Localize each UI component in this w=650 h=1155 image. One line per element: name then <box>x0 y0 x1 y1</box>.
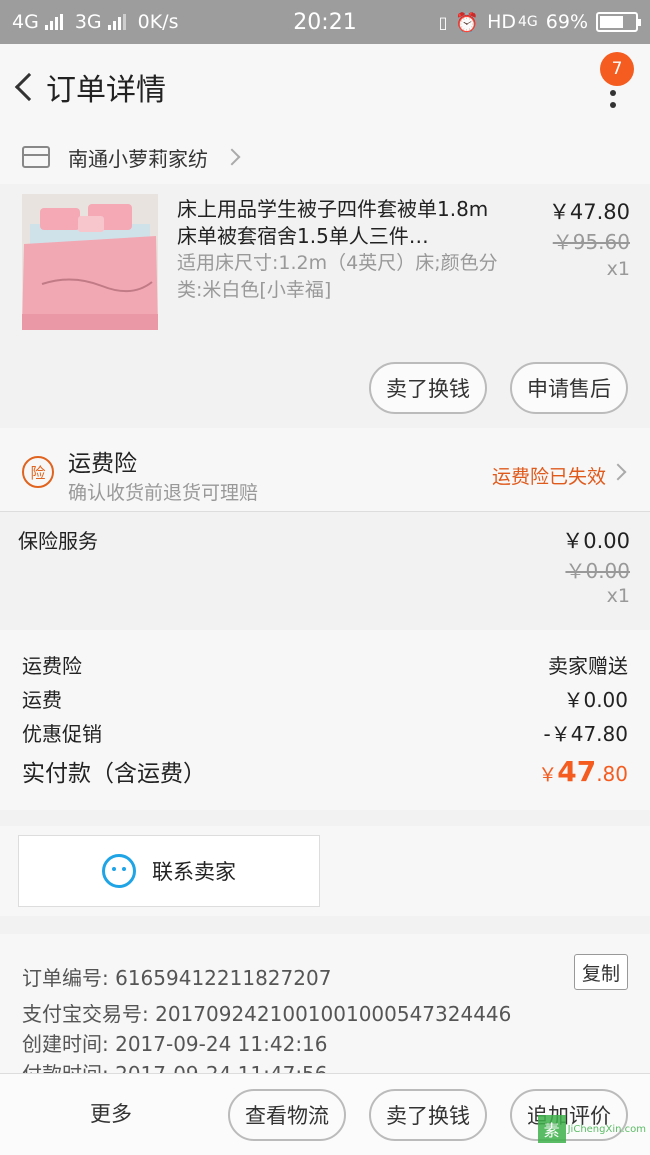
sell-for-cash-bottom-button[interactable]: 卖了换钱 <box>369 1089 487 1141</box>
shipping-insurance-row[interactable]: 险 运费险 确认收货前退货可理赔 运费险已失效 <box>0 428 650 512</box>
contact-seller-button[interactable]: 联系卖家 <box>18 835 320 907</box>
product-sku: 适用床尺寸:1.2m（4英尺）床;颜色分类:米白色[小幸福] <box>177 252 498 301</box>
back-button[interactable] <box>2 57 46 117</box>
bedding-image <box>22 194 158 330</box>
product-quantity: x1 <box>606 258 630 280</box>
watermark: 素 JiChengXin.com <box>537 1115 646 1143</box>
total-integer: 47 <box>557 755 597 788</box>
created-time: 创建时间: 2017-09-24 11:42:16 <box>22 1032 328 1056</box>
summary-value: 卖家赠送 <box>548 654 628 678</box>
service-label: 保险服务 <box>18 529 98 553</box>
product-original-price: ￥95.60 <box>552 230 630 254</box>
total-decimal: .80 <box>596 762 628 786</box>
more-button[interactable]: 更多 <box>90 1098 132 1128</box>
insurance-title: 运费险 <box>68 451 137 477</box>
chevron-right-icon <box>223 148 241 166</box>
paid-time: 付款时间: 2017-09-24 11:47:56 <box>22 1062 328 1074</box>
service-price: ￥0.00 <box>562 529 630 553</box>
page-title: 订单详情 <box>46 73 166 108</box>
insurance-service-item: 保险服务 ￥0.00 ￥0.00 x1 <box>0 513 650 618</box>
service-quantity: x1 <box>606 585 630 607</box>
contact-section: 联系卖家 <box>0 826 650 916</box>
total-amount: ￥47.80 <box>538 755 628 788</box>
chevron-right-icon <box>609 463 627 481</box>
network-speed: 0K/s <box>137 11 179 33</box>
insurance-status: 运费险已失效 <box>491 466 606 488</box>
summary-row: 运费 ￥0.00 <box>22 684 628 713</box>
summary-row: 优惠促销 -￥47.80 <box>22 718 628 747</box>
sell-for-cash-button[interactable]: 卖了换钱 <box>369 362 487 414</box>
network-label-4g: 4G <box>12 11 39 33</box>
bottom-action-bar: 更多 查看物流 卖了换钱 追加评价 素 JiChengXin.com <box>0 1073 650 1155</box>
copy-button[interactable]: 复制 <box>574 954 628 990</box>
status-bar: 4G 3G 0K/s 20:21 ▯ ⏰ HD 4G 69% <box>0 0 650 44</box>
hd-label: HD <box>487 11 516 33</box>
watermark-text: JiChengXin.com <box>567 1123 646 1135</box>
vibrate-icon: ▯ <box>438 12 448 32</box>
status-right: ▯ ⏰ HD 4G 69% <box>438 11 641 34</box>
summary-row: 运费险 卖家赠送 <box>22 650 628 679</box>
status-left: 4G 3G 0K/s <box>12 11 439 33</box>
product-image[interactable] <box>22 194 158 330</box>
chat-icon <box>102 854 136 888</box>
notification-badge: 7 <box>600 52 634 86</box>
battery-icon <box>596 12 641 32</box>
shop-row[interactable]: 南通小萝莉家纺 <box>0 130 650 184</box>
signal-bars-icon <box>107 14 126 30</box>
summary-label: 优惠促销 <box>22 722 102 746</box>
insurance-icon: 险 <box>22 456 54 488</box>
order-number: 订单编号: 61659412211827207 <box>22 966 332 990</box>
apply-after-sale-button[interactable]: 申请售后 <box>510 362 628 414</box>
network-label-3g: 3G <box>74 11 102 33</box>
summary-label: 运费险 <box>22 654 82 678</box>
signal-bars-icon <box>44 14 63 30</box>
battery-fill <box>600 16 624 28</box>
chevron-left-icon <box>14 72 44 102</box>
alipay-trade-number: 支付宝交易号: 2017092421001001000547324446 <box>22 1002 512 1026</box>
shop-name: 南通小萝莉家纺 <box>68 146 208 171</box>
view-logistics-button[interactable]: 查看物流 <box>228 1089 346 1141</box>
service-original-price: ￥0.00 <box>565 559 630 583</box>
summary-label: 运费 <box>22 688 62 712</box>
summary-value: -￥47.80 <box>543 722 628 746</box>
order-info: 订单编号: 61659412211827207 支付宝交易号: 20170924… <box>0 934 650 1074</box>
total-label: 实付款（含运费） <box>22 761 206 787</box>
watermark-logo: 素 <box>537 1115 566 1143</box>
summary-value: ￥0.00 <box>563 688 628 712</box>
total-currency: ￥ <box>538 764 558 786</box>
insurance-subtitle: 确认收货前退货可理赔 <box>68 482 259 504</box>
product-item[interactable]: 床上用品学生被子四件套被单1.8m床单被套宿舍1.5单人三件… 适用床尺寸:1.… <box>0 184 650 428</box>
contact-seller-label: 联系卖家 <box>152 860 236 884</box>
product-price: ￥47.80 <box>548 200 630 224</box>
nav-bar: 订单详情 7 <box>0 44 650 130</box>
battery-percent: 69% <box>545 11 588 33</box>
price-summary: 运费险 卖家赠送 运费 ￥0.00 优惠促销 -￥47.80 实付款（含运费） … <box>0 630 650 810</box>
product-title[interactable]: 床上用品学生被子四件套被单1.8m床单被套宿舍1.5单人三件… <box>177 196 507 250</box>
store-icon <box>22 146 50 168</box>
alarm-icon: ⏰ <box>455 11 480 34</box>
network-label-4g-right: 4G <box>518 14 538 30</box>
summary-total-row: 实付款（含运费） ￥47.80 <box>22 754 628 788</box>
